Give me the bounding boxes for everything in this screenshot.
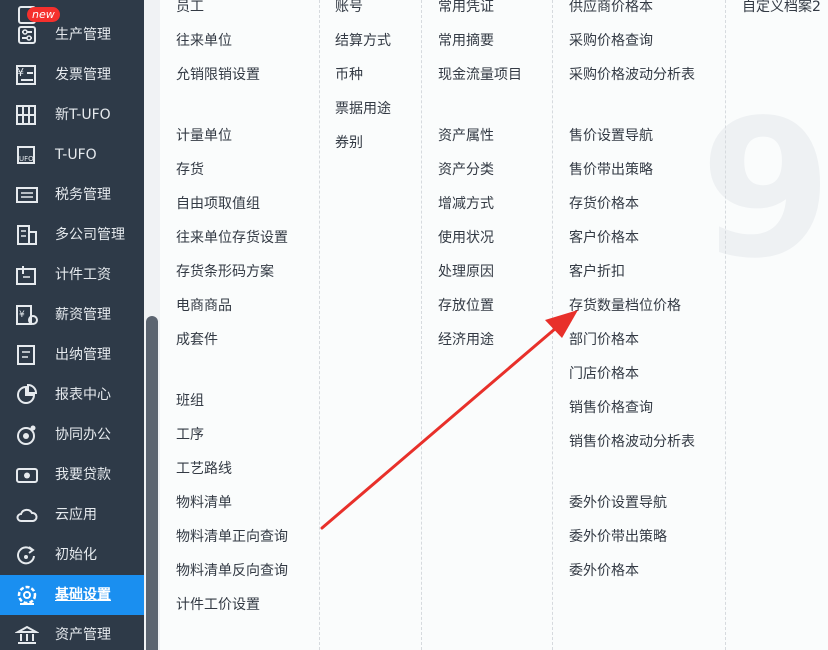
menu-link-sale-price-strategy[interactable]: 售价带出策略	[569, 160, 653, 180]
menu-link-department-price[interactable]: 部门价格本	[569, 330, 639, 350]
menu-link-asset-class[interactable]: 资产分类	[438, 160, 494, 180]
menu-link-common-summary[interactable]: 常用摘要	[438, 31, 494, 51]
loan-icon	[14, 463, 40, 487]
cloud-icon	[14, 503, 40, 527]
piece-wage-icon	[14, 263, 40, 287]
scrollbar-thumb[interactable]	[146, 316, 158, 650]
menu-link-customer-discount[interactable]: 客户折扣	[569, 262, 625, 282]
menu-link-barcode-scheme[interactable]: 存货条形码方案	[176, 262, 274, 282]
menu-link-store-price[interactable]: 门店价格本	[569, 364, 639, 384]
sidebar-item-production[interactable]: 生产管理	[0, 15, 144, 55]
cashier-icon	[14, 343, 40, 367]
menu-link-economic-use[interactable]: 经济用途	[438, 330, 494, 350]
invoice-icon: ¥	[14, 63, 40, 87]
svg-text:¥: ¥	[17, 66, 24, 79]
menu-link-sale-price-guide[interactable]: 售价设置导航	[569, 126, 653, 146]
menu-link-outsource-price[interactable]: 委外价格本	[569, 561, 639, 581]
menu-link-partner-inventory[interactable]: 往来单位存货设置	[176, 228, 288, 248]
menu-link-bom[interactable]: 物料清单	[176, 493, 232, 513]
menu-link-unit[interactable]: 计量单位	[176, 126, 232, 146]
sidebar: new 生产管理 ¥ 发票管理 新T-UFO UFO T-UFO 税务管理 多公…	[0, 0, 144, 650]
menu-link-coupon[interactable]: 券别	[335, 133, 363, 153]
menu-link-free-item-group[interactable]: 自由项取值组	[176, 194, 260, 214]
menu-link-supplier-price[interactable]: 供应商价格本	[569, 0, 653, 17]
menu-link-ecommerce[interactable]: 电商商品	[176, 296, 232, 316]
menu-link-employee[interactable]: 员工	[176, 0, 204, 17]
sidebar-item-report[interactable]: 报表中心	[0, 375, 144, 415]
sidebar-item-new-tufo[interactable]: 新T-UFO	[0, 95, 144, 135]
menu-link-bom-reverse[interactable]: 物料清单反向查询	[176, 561, 288, 581]
menu-link-inventory-price[interactable]: 存货价格本	[569, 194, 639, 214]
sidebar-item-basic-settings[interactable]: 基础设置	[0, 575, 144, 615]
menu-link-process-reason[interactable]: 处理原因	[438, 262, 494, 282]
menu-link-team[interactable]: 班组	[176, 391, 204, 411]
column-divider	[552, 0, 553, 650]
collaboration-icon	[14, 423, 40, 447]
settings-icon	[14, 583, 40, 607]
sidebar-item-multi-company[interactable]: 多公司管理	[0, 215, 144, 255]
watermark-digit: 9	[700, 79, 828, 300]
menu-link-sale-price-analysis[interactable]: 销售价格波动分析表	[569, 432, 695, 452]
production-icon	[14, 23, 40, 47]
menu-link-common-voucher[interactable]: 常用凭证	[438, 0, 494, 17]
menu-link-sale-price-query[interactable]: 销售价格查询	[569, 398, 653, 418]
sidebar-item-salary[interactable]: ¥ 薪资管理	[0, 295, 144, 335]
menu-link-inventory[interactable]: 存货	[176, 160, 204, 180]
menu-link-cashflow[interactable]: 现金流量项目	[438, 65, 522, 85]
sidebar-item-piece-wage[interactable]: 计件工资	[0, 255, 144, 295]
menu-link-usage-status[interactable]: 使用状况	[438, 228, 494, 248]
menu-panel: 9	[160, 0, 828, 650]
sidebar-item-invoice[interactable]: ¥ 发票管理	[0, 55, 144, 95]
svg-text:¥: ¥	[19, 310, 25, 320]
menu-link-bom-forward[interactable]: 物料清单正向查询	[176, 527, 288, 547]
sidebar-item-asset[interactable]: 资产管理	[0, 615, 144, 650]
menu-link-change-method[interactable]: 增减方式	[438, 194, 494, 214]
menu-link-partner[interactable]: 往来单位	[176, 31, 232, 51]
menu-link-currency[interactable]: 币种	[335, 65, 363, 85]
menu-link-routing[interactable]: 工艺路线	[176, 459, 232, 479]
menu-link-storage-location[interactable]: 存放位置	[438, 296, 494, 316]
menu-link-asset-attr[interactable]: 资产属性	[438, 126, 494, 146]
menu-link-piece-price[interactable]: 计件工价设置	[176, 595, 260, 615]
sidebar-item-tufo[interactable]: UFO T-UFO	[0, 135, 144, 175]
menu-link-process[interactable]: 工序	[176, 425, 204, 445]
init-icon	[14, 543, 40, 567]
sidebar-item-tax[interactable]: 税务管理	[0, 175, 144, 215]
asset-icon	[14, 623, 40, 647]
menu-link-kit[interactable]: 成套件	[176, 330, 218, 350]
tufo-icon: UFO	[14, 143, 40, 167]
multi-company-icon	[14, 223, 40, 247]
sidebar-item-init[interactable]: 初始化	[0, 535, 144, 575]
column-divider	[319, 0, 320, 650]
menu-link-custom-archive-2[interactable]: 自定义档案2	[742, 0, 821, 17]
menu-link-quantity-tier-price[interactable]: 存货数量档位价格	[569, 296, 681, 316]
menu-link-outsource-price-strategy[interactable]: 委外价带出策略	[569, 527, 667, 547]
svg-text:UFO: UFO	[19, 155, 34, 163]
column-divider	[725, 0, 726, 650]
menu-link-customer-price[interactable]: 客户价格本	[569, 228, 639, 248]
menu-link-purchase-price-analysis[interactable]: 采购价格波动分析表	[569, 65, 695, 85]
salary-icon: ¥	[14, 303, 40, 327]
new-tufo-icon	[14, 103, 40, 127]
menu-link-settlement[interactable]: 结算方式	[335, 31, 391, 51]
menu-link-purchase-price-query[interactable]: 采购价格查询	[569, 31, 653, 51]
menu-link-outsource-price-guide[interactable]: 委外价设置导航	[569, 493, 667, 513]
sidebar-item-loan[interactable]: 我要贷款	[0, 455, 144, 495]
menu-link-account[interactable]: 账号	[335, 0, 363, 17]
sidebar-item-cloud[interactable]: 云应用	[0, 495, 144, 535]
sidebar-item-collaboration[interactable]: 协同办公	[0, 415, 144, 455]
menu-link-bill-purpose[interactable]: 票据用途	[335, 99, 391, 119]
menu-link-sales-limit[interactable]: 允销限销设置	[176, 65, 260, 85]
column-divider	[421, 0, 422, 650]
report-icon	[14, 383, 40, 407]
tax-icon	[14, 183, 40, 207]
sidebar-item-cashier[interactable]: 出纳管理	[0, 335, 144, 375]
